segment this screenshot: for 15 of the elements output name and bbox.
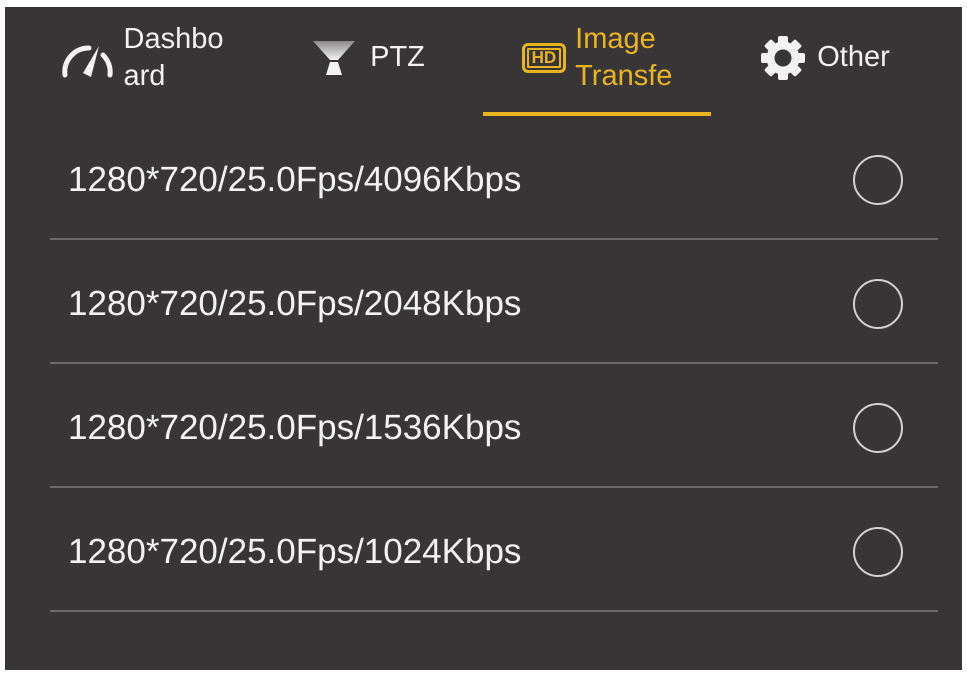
- hd-badge: HD: [522, 42, 566, 72]
- tab[interactable]: Dashbo ard: [27, 7, 255, 116]
- option-label: 1280*720/25.0Fps/2048Kbps: [68, 284, 522, 324]
- tab[interactable]: Other: [711, 7, 939, 116]
- radio-button[interactable]: [853, 155, 903, 205]
- settings-icon: [760, 34, 806, 80]
- radio-button[interactable]: [853, 527, 903, 577]
- tab[interactable]: HD Image Transfe: [483, 7, 711, 116]
- option-label: 1280*720/25.0Fps/1536Kbps: [68, 408, 522, 448]
- tab[interactable]: PTZ: [255, 7, 483, 116]
- hourglass-icon: [313, 38, 356, 76]
- option-label: 1280*720/25.0Fps/4096Kbps: [68, 160, 522, 200]
- radio-button[interactable]: [853, 403, 903, 453]
- radio-button[interactable]: [853, 279, 903, 329]
- option-label: 1280*720/25.0Fps/1024Kbps: [68, 532, 522, 572]
